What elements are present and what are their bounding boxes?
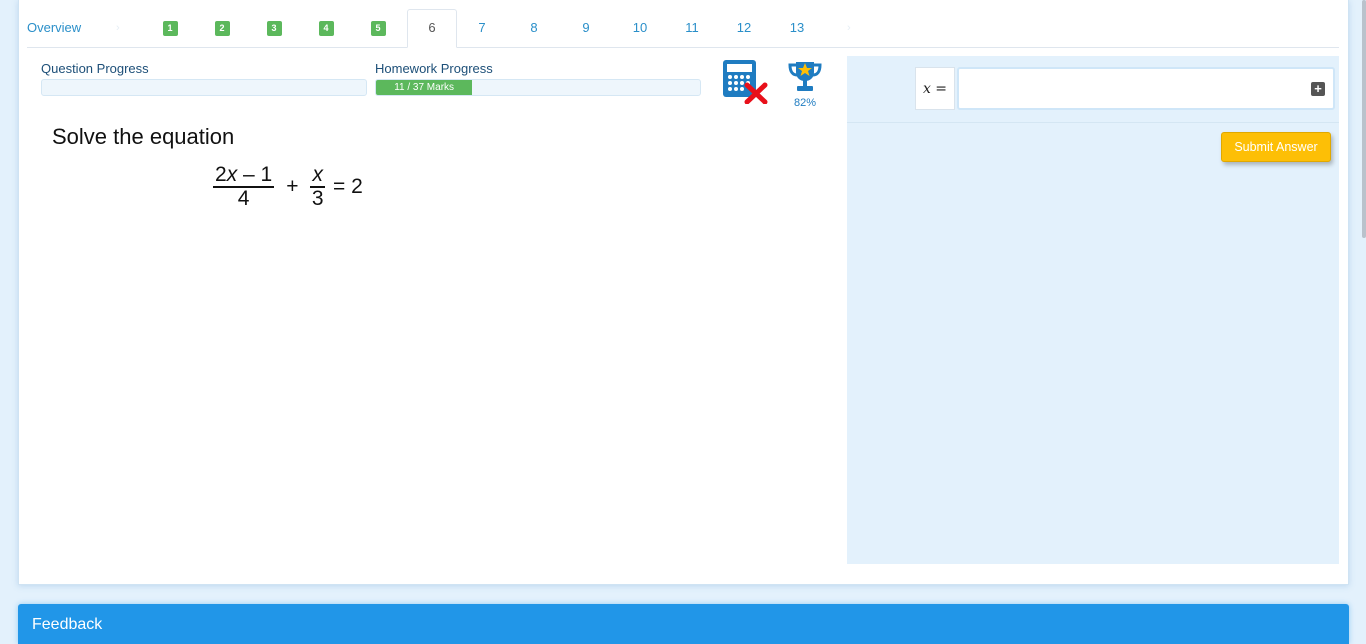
tab-question-10[interactable]: 10 [622,10,658,46]
homework-progress-label: Homework Progress [375,61,493,76]
denominator: 3 [311,187,324,210]
tab-done-badge: 2 [214,21,230,36]
tab-question-7[interactable]: 7 [466,10,498,46]
equation: 2x – 1 4 + x 3 = 2 [209,164,371,210]
num-variable: x [312,163,323,186]
score-percent: 82% [793,97,817,109]
right-hand-side: = 2 [332,175,363,198]
tab-done-badge: 3 [266,21,282,36]
plus-sign: + [286,175,299,198]
tab-next-arrow[interactable]: › [847,10,851,46]
answer-input[interactable]: + [957,67,1335,110]
answer-panel: x = + Submit Answer [847,56,1339,564]
trophy-icon [788,62,822,91]
tab-overview[interactable]: Overview [27,10,81,46]
num-rest: – 1 [237,163,273,186]
homework-progress-bar: 11 / 37 Marks [375,79,701,96]
question-progress-label: Question Progress [41,61,149,76]
tab-question-5[interactable]: 5 [362,10,394,46]
tab-question-12[interactable]: 12 [726,10,762,46]
homework-progress-fill: 11 / 37 Marks [376,80,473,95]
score-trophy: 82% [787,60,823,109]
tab-question-4[interactable]: 4 [310,10,342,46]
denominator: 4 [237,187,250,210]
fraction-left: 2x – 1 4 [213,163,275,210]
tab-question-1[interactable]: 1 [154,10,186,46]
tab-question-11[interactable]: 11 [674,10,710,46]
plus-square-icon[interactable]: + [1311,82,1325,96]
feedback-panel-header[interactable]: Feedback [18,604,1349,644]
answer-row: x = + [847,56,1339,123]
num-variable: x [226,163,238,186]
question-progress-bar [41,79,367,96]
answer-variable-label: x = [915,67,955,110]
tab-question-9[interactable]: 9 [570,10,602,46]
num-coef: 2 [215,163,227,186]
fraction-right: x 3 [310,164,325,210]
question-card: Overview › 1 2 3 4 5 6 7 8 9 10 11 12 13… [18,0,1349,585]
calculator-disabled-icon [722,60,768,105]
question-title: Solve the equation [52,124,235,149]
tab-done-badge: 5 [370,21,386,36]
tab-done-badge: 1 [162,21,178,36]
tab-question-13[interactable]: 13 [779,10,815,46]
feedback-title: Feedback [32,616,103,633]
tab-question-2[interactable]: 2 [206,10,238,46]
submit-answer-button[interactable]: Submit Answer [1221,132,1331,162]
tab-question-6[interactable]: 6 [407,9,457,48]
tab-separator-arrow: › [116,22,120,34]
tab-question-8[interactable]: 8 [518,10,550,46]
tab-done-badge: 4 [318,21,334,36]
question-tabs: Overview › 1 2 3 4 5 6 7 8 9 10 11 12 13… [27,0,1339,48]
page-scrollbar[interactable] [1362,0,1366,238]
tab-question-3[interactable]: 3 [258,10,290,46]
